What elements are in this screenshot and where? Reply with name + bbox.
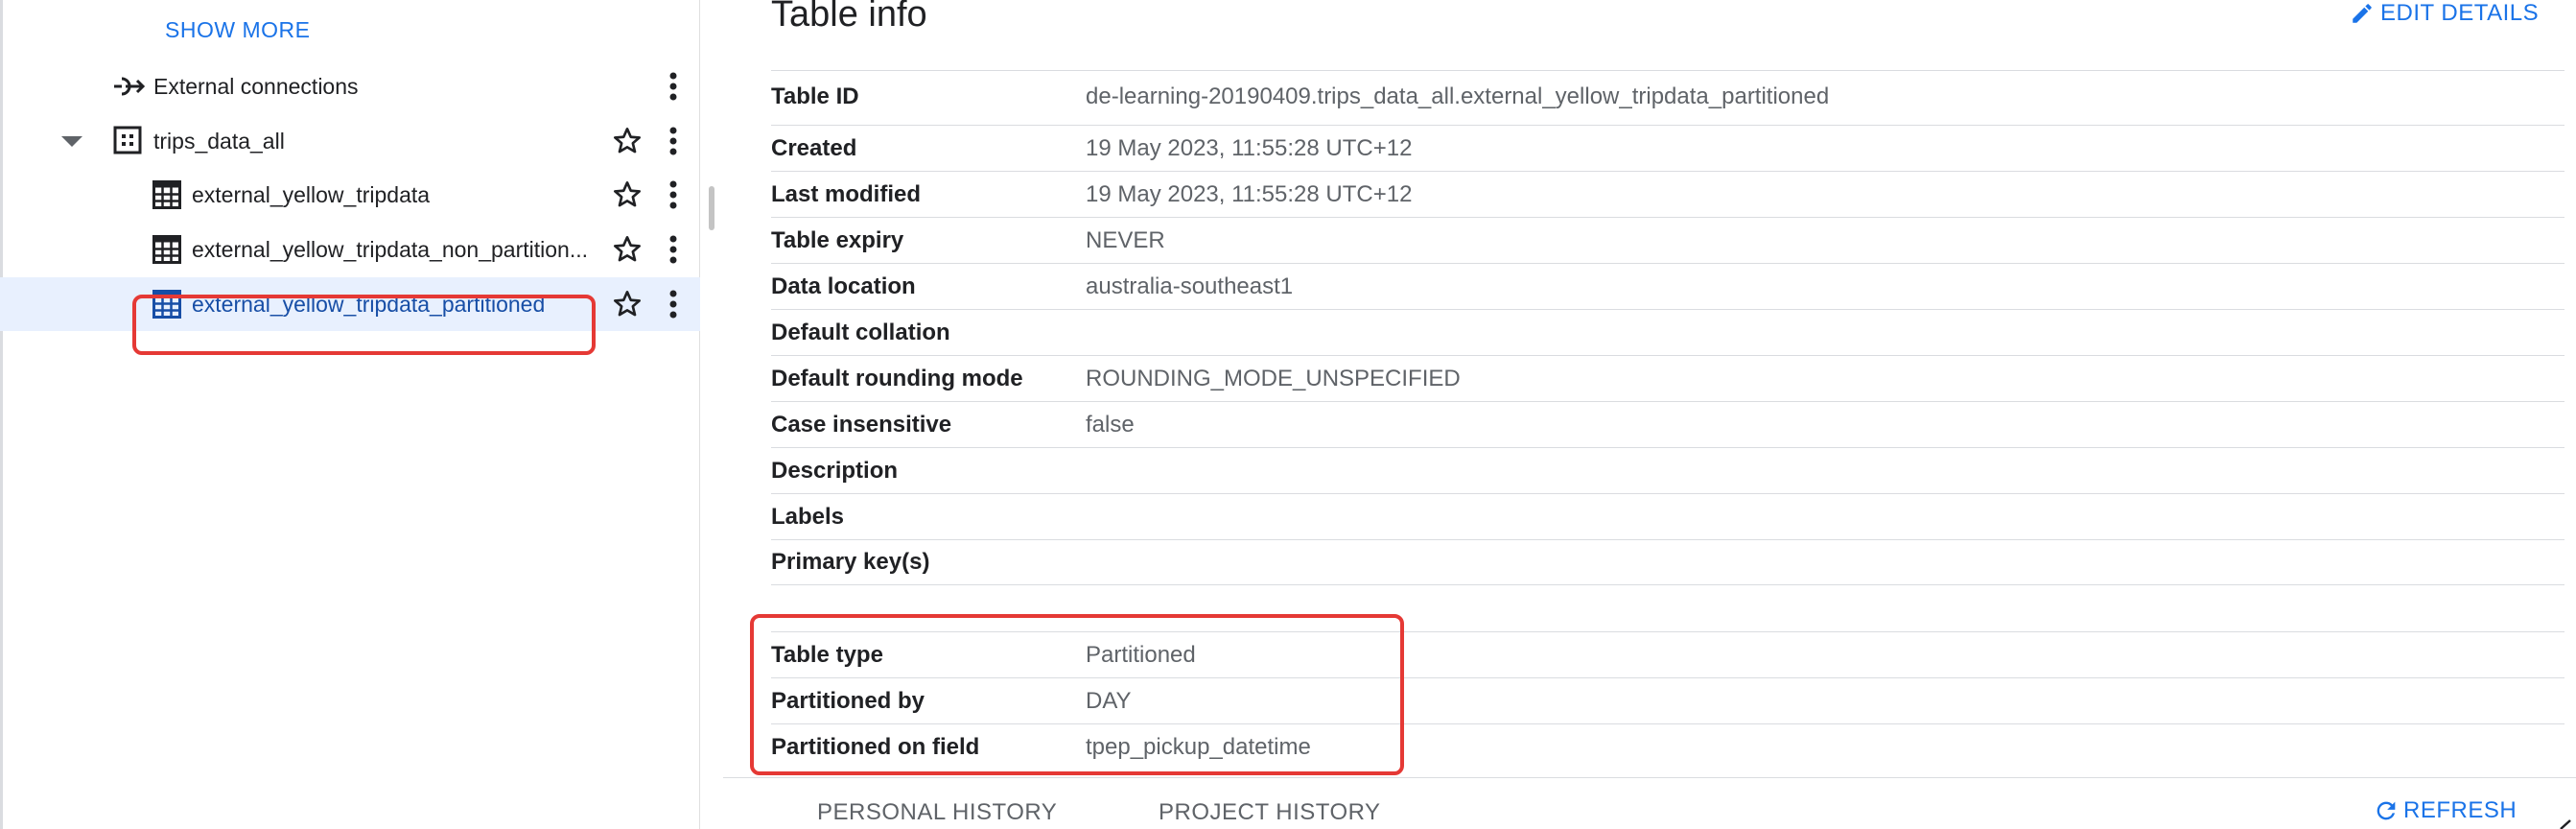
- info-key: Case insensitive: [771, 411, 952, 438]
- info-row-labels: Labels: [771, 493, 2564, 539]
- star-icon[interactable]: [610, 124, 644, 158]
- connection-icon: [111, 69, 146, 104]
- star-icon[interactable]: [610, 232, 644, 267]
- show-more-link[interactable]: SHOW MORE: [165, 17, 310, 43]
- highlight-box-selected-table: [132, 295, 596, 355]
- info-key: Labels: [771, 503, 845, 530]
- tab-project-history[interactable]: PROJECT HISTORY: [1159, 799, 1381, 826]
- tree-item-label: external_yellow_tripdata_non_partition..…: [192, 236, 588, 262]
- tree-item-table[interactable]: external_yellow_tripdata_non_partition..…: [0, 223, 700, 276]
- tab-personal-history[interactable]: PERSONAL HISTORY: [817, 799, 1057, 826]
- info-row-table-expiry: Table expiry NEVER: [771, 217, 2564, 263]
- info-key: Default collation: [771, 319, 950, 345]
- caret-down-icon[interactable]: [59, 129, 84, 154]
- info-value: 19 May 2023, 11:55:28 UTC+12: [1086, 134, 1413, 161]
- more-actions-icon[interactable]: [662, 67, 685, 106]
- edit-details-button[interactable]: EDIT DETAILS: [2350, 0, 2539, 27]
- history-tab-bar: PERSONAL HISTORY PROJECT HISTORY REFRESH: [723, 777, 2576, 829]
- tree-item-trips-data-all[interactable]: trips_data_all: [0, 114, 700, 168]
- info-value: 19 May 2023, 11:55:28 UTC+12: [1086, 180, 1413, 207]
- star-icon[interactable]: [610, 287, 644, 321]
- collapse-icon[interactable]: [2559, 817, 2576, 829]
- info-row-data-location: Data location australia-southeast1: [771, 263, 2564, 309]
- refresh-button[interactable]: REFRESH: [2373, 797, 2517, 824]
- info-key: Table ID: [771, 83, 859, 109]
- info-row-default-rounding-mode: Default rounding mode ROUNDING_MODE_UNSP…: [771, 355, 2564, 401]
- tree-item-label: external_yellow_tripdata: [192, 181, 431, 207]
- highlight-box-partition-info: [750, 614, 1404, 775]
- info-key: Description: [771, 457, 899, 484]
- info-value: NEVER: [1086, 226, 1165, 253]
- info-key: Default rounding mode: [771, 365, 1023, 391]
- info-value: de-learning-20190409.trips_data_all.exte…: [1086, 83, 1830, 109]
- star-icon[interactable]: [610, 178, 644, 212]
- more-actions-icon[interactable]: [662, 122, 685, 160]
- pencil-icon: [2350, 1, 2375, 26]
- info-value: ROUNDING_MODE_UNSPECIFIED: [1086, 365, 1461, 391]
- page-title: Table info: [771, 0, 927, 35]
- more-actions-icon[interactable]: [662, 285, 685, 323]
- info-value: false: [1086, 411, 1135, 438]
- info-row-last-modified: Last modified 19 May 2023, 11:55:28 UTC+…: [771, 171, 2564, 217]
- info-row-case-insensitive: Case insensitive false: [771, 401, 2564, 447]
- explorer-panel: SHOW MORE External connections trips_dat…: [0, 0, 700, 829]
- info-key: Data location: [771, 272, 916, 299]
- more-actions-icon[interactable]: [662, 176, 685, 214]
- refresh-label: REFRESH: [2403, 797, 2517, 823]
- tree-item-label: External connections: [153, 73, 359, 99]
- edit-details-label: EDIT DETAILS: [2380, 0, 2540, 26]
- dataset-icon: [111, 124, 144, 156]
- info-key: Last modified: [771, 180, 922, 207]
- tree-item-table[interactable]: external_yellow_tripdata: [0, 168, 700, 222]
- more-actions-icon[interactable]: [662, 230, 685, 269]
- tree-item-external-connections[interactable]: External connections: [0, 59, 700, 113]
- info-row-description: Description: [771, 447, 2564, 493]
- info-key: Table expiry: [771, 226, 904, 253]
- refresh-icon: [2373, 797, 2400, 824]
- info-key: Primary key(s): [771, 549, 930, 575]
- table-icon: [152, 234, 182, 265]
- tree-item-label: trips_data_all: [153, 128, 285, 154]
- splitter-handle[interactable]: [709, 186, 714, 230]
- info-key: Created: [771, 134, 857, 161]
- info-value: australia-southeast1: [1086, 272, 1294, 299]
- table-icon: [152, 179, 182, 210]
- info-row-table-id: Table ID de-learning-20190409.trips_data…: [771, 70, 2564, 122]
- info-row-created: Created 19 May 2023, 11:55:28 UTC+12: [771, 125, 2564, 171]
- info-row-default-collation: Default collation: [771, 309, 2564, 355]
- info-row-primary-keys: Primary key(s): [771, 539, 2564, 585]
